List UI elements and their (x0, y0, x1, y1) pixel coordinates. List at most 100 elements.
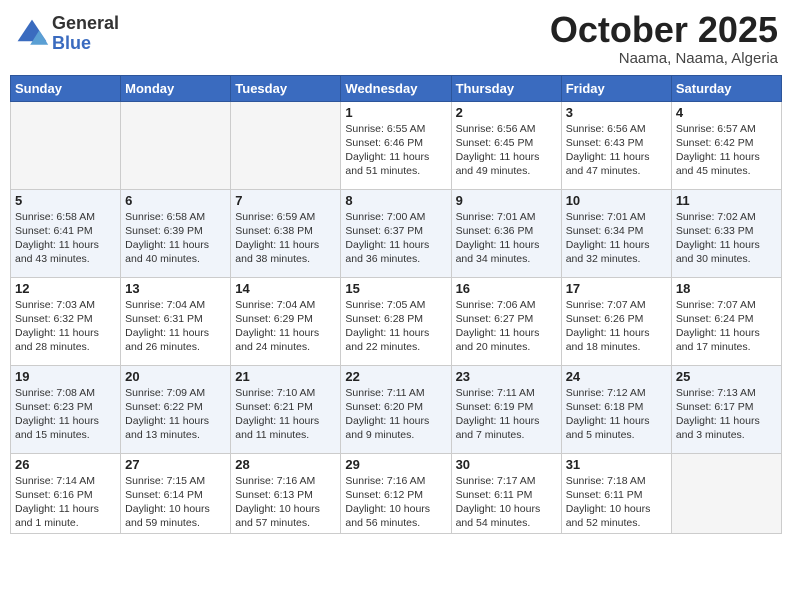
calendar-cell: 1 Sunrise: 6:55 AM Sunset: 6:46 PM Daylig… (341, 101, 451, 189)
calendar-cell (121, 101, 231, 189)
day-info: Sunrise: 7:09 AM Sunset: 6:22 PM Dayligh… (125, 386, 226, 443)
calendar-cell (231, 101, 341, 189)
day-info: Sunrise: 6:57 AM Sunset: 6:42 PM Dayligh… (676, 122, 777, 179)
day-number: 13 (125, 281, 226, 296)
day-info: Sunrise: 7:06 AM Sunset: 6:27 PM Dayligh… (456, 298, 557, 355)
calendar-cell: 2 Sunrise: 6:56 AM Sunset: 6:45 PM Daylig… (451, 101, 561, 189)
week-row-1: 1 Sunrise: 6:55 AM Sunset: 6:46 PM Daylig… (11, 101, 782, 189)
calendar-cell: 3Sunrise: 6:56 AM Sunset: 6:43 PM Daylig… (561, 101, 671, 189)
calendar-cell: 25 Sunrise: 7:13 AM Sunset: 6:17 PM Dayli… (671, 365, 781, 453)
day-number: 8 (345, 193, 446, 208)
day-info: Sunrise: 7:15 AM Sunset: 6:14 PM Dayligh… (125, 474, 226, 531)
calendar-cell: 15Sunrise: 7:05 AM Sunset: 6:28 PM Dayli… (341, 277, 451, 365)
day-number: 15 (345, 281, 446, 296)
day-info: Sunrise: 7:08 AM Sunset: 6:23 PM Dayligh… (15, 386, 116, 443)
day-number: 12 (15, 281, 116, 296)
calendar-cell: 13 Sunrise: 7:04 AM Sunset: 6:31 PM Dayli… (121, 277, 231, 365)
calendar-cell: 5 Sunrise: 6:58 AM Sunset: 6:41 PM Daylig… (11, 189, 121, 277)
logo-text: General Blue (52, 14, 119, 54)
calendar-cell: 10 Sunrise: 7:01 AM Sunset: 6:34 PM Dayli… (561, 189, 671, 277)
week-row-2: 5 Sunrise: 6:58 AM Sunset: 6:41 PM Daylig… (11, 189, 782, 277)
logo-general: General (52, 14, 119, 34)
day-info: Sunrise: 7:07 AM Sunset: 6:26 PM Dayligh… (566, 298, 667, 355)
day-number: 25 (676, 369, 777, 384)
day-info: Sunrise: 7:13 AM Sunset: 6:17 PM Dayligh… (676, 386, 777, 443)
day-number: 5 (15, 193, 116, 208)
day-number: 7 (235, 193, 336, 208)
day-number: 10 (566, 193, 667, 208)
day-info: Sunrise: 7:18 AM Sunset: 6:11 PM Dayligh… (566, 474, 667, 531)
calendar-cell: 8 Sunrise: 7:00 AM Sunset: 6:37 PM Daylig… (341, 189, 451, 277)
day-info: Sunrise: 6:56 AM Sunset: 6:43 PM Dayligh… (566, 122, 667, 179)
week-row-5: 26 Sunrise: 7:14 AM Sunset: 6:16 PM Dayli… (11, 453, 782, 534)
day-number: 20 (125, 369, 226, 384)
calendar-cell: 7 Sunrise: 6:59 AM Sunset: 6:38 PM Daylig… (231, 189, 341, 277)
day-info: Sunrise: 7:11 AM Sunset: 6:19 PM Dayligh… (456, 386, 557, 443)
weekday-header-monday: Monday (121, 75, 231, 101)
calendar-cell: 31Sunrise: 7:18 AM Sunset: 6:11 PM Dayli… (561, 453, 671, 534)
day-number: 18 (676, 281, 777, 296)
day-info: Sunrise: 7:12 AM Sunset: 6:18 PM Dayligh… (566, 386, 667, 443)
week-row-4: 19 Sunrise: 7:08 AM Sunset: 6:23 PM Dayli… (11, 365, 782, 453)
calendar-cell: 6Sunrise: 6:58 AM Sunset: 6:39 PM Daylig… (121, 189, 231, 277)
day-number: 29 (345, 457, 446, 472)
day-info: Sunrise: 6:58 AM Sunset: 6:39 PM Dayligh… (125, 210, 226, 267)
weekday-header-friday: Friday (561, 75, 671, 101)
calendar-cell: 16Sunrise: 7:06 AM Sunset: 6:27 PM Dayli… (451, 277, 561, 365)
weekday-header-sunday: Sunday (11, 75, 121, 101)
day-number: 30 (456, 457, 557, 472)
page-header: General Blue October 2025 Naama, Naama, … (10, 10, 782, 67)
day-number: 21 (235, 369, 336, 384)
calendar-cell: 27 Sunrise: 7:15 AM Sunset: 6:14 PM Dayli… (121, 453, 231, 534)
calendar-cell: 12 Sunrise: 7:03 AM Sunset: 6:32 PM Dayli… (11, 277, 121, 365)
day-info: Sunrise: 6:59 AM Sunset: 6:38 PM Dayligh… (235, 210, 336, 267)
calendar-cell: 22Sunrise: 7:11 AM Sunset: 6:20 PM Dayli… (341, 365, 451, 453)
day-info: Sunrise: 7:03 AM Sunset: 6:32 PM Dayligh… (15, 298, 116, 355)
calendar-cell: 24 Sunrise: 7:12 AM Sunset: 6:18 PM Dayli… (561, 365, 671, 453)
day-number: 28 (235, 457, 336, 472)
calendar-cell: 30 Sunrise: 7:17 AM Sunset: 6:11 PM Dayli… (451, 453, 561, 534)
day-info: Sunrise: 7:01 AM Sunset: 6:34 PM Dayligh… (566, 210, 667, 267)
day-number: 9 (456, 193, 557, 208)
weekday-header-row: SundayMondayTuesdayWednesdayThursdayFrid… (11, 75, 782, 101)
calendar-cell: 29 Sunrise: 7:16 AM Sunset: 6:12 PM Dayli… (341, 453, 451, 534)
day-info: Sunrise: 7:04 AM Sunset: 6:31 PM Dayligh… (125, 298, 226, 355)
calendar-cell: 23Sunrise: 7:11 AM Sunset: 6:19 PM Dayli… (451, 365, 561, 453)
day-info: Sunrise: 7:00 AM Sunset: 6:37 PM Dayligh… (345, 210, 446, 267)
day-info: Sunrise: 7:04 AM Sunset: 6:29 PM Dayligh… (235, 298, 336, 355)
week-row-3: 12 Sunrise: 7:03 AM Sunset: 6:32 PM Dayli… (11, 277, 782, 365)
day-info: Sunrise: 7:16 AM Sunset: 6:12 PM Dayligh… (345, 474, 446, 531)
calendar-cell: 11 Sunrise: 7:02 AM Sunset: 6:33 PM Dayli… (671, 189, 781, 277)
calendar-cell: 28Sunrise: 7:16 AM Sunset: 6:13 PM Dayli… (231, 453, 341, 534)
day-info: Sunrise: 7:02 AM Sunset: 6:33 PM Dayligh… (676, 210, 777, 267)
day-number: 17 (566, 281, 667, 296)
weekday-header-tuesday: Tuesday (231, 75, 341, 101)
day-number: 19 (15, 369, 116, 384)
calendar-cell: 19 Sunrise: 7:08 AM Sunset: 6:23 PM Dayli… (11, 365, 121, 453)
logo-blue: Blue (52, 34, 119, 54)
day-info: Sunrise: 6:58 AM Sunset: 6:41 PM Dayligh… (15, 210, 116, 267)
weekday-header-wednesday: Wednesday (341, 75, 451, 101)
day-info: Sunrise: 6:56 AM Sunset: 6:45 PM Dayligh… (456, 122, 557, 179)
day-number: 27 (125, 457, 226, 472)
day-info: Sunrise: 7:14 AM Sunset: 6:16 PM Dayligh… (15, 474, 116, 531)
weekday-header-thursday: Thursday (451, 75, 561, 101)
day-info: Sunrise: 7:10 AM Sunset: 6:21 PM Dayligh… (235, 386, 336, 443)
calendar-cell (671, 453, 781, 534)
day-info: Sunrise: 6:55 AM Sunset: 6:46 PM Dayligh… (345, 122, 446, 179)
day-number: 4 (676, 105, 777, 120)
day-number: 26 (15, 457, 116, 472)
calendar-cell: 14 Sunrise: 7:04 AM Sunset: 6:29 PM Dayli… (231, 277, 341, 365)
location: Naama, Naama, Algeria (550, 50, 778, 67)
calendar-cell: 26 Sunrise: 7:14 AM Sunset: 6:16 PM Dayli… (11, 453, 121, 534)
calendar-cell: 20 Sunrise: 7:09 AM Sunset: 6:22 PM Dayli… (121, 365, 231, 453)
day-number: 1 (345, 105, 446, 120)
day-number: 14 (235, 281, 336, 296)
day-info: Sunrise: 7:17 AM Sunset: 6:11 PM Dayligh… (456, 474, 557, 531)
day-number: 11 (676, 193, 777, 208)
title-block: October 2025 Naama, Naama, Algeria (550, 10, 778, 67)
day-number: 24 (566, 369, 667, 384)
weekday-header-saturday: Saturday (671, 75, 781, 101)
day-info: Sunrise: 7:07 AM Sunset: 6:24 PM Dayligh… (676, 298, 777, 355)
day-number: 2 (456, 105, 557, 120)
